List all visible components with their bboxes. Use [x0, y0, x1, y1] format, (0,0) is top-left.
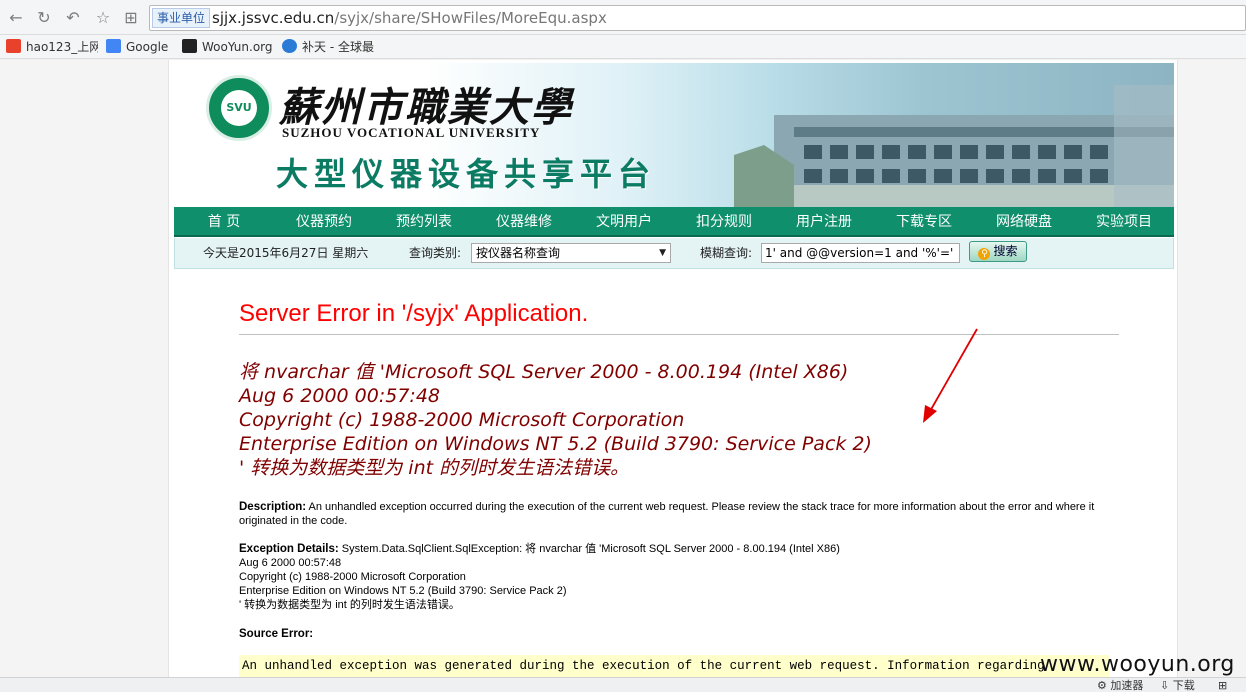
zoom-icon[interactable]: ⊞ — [1218, 678, 1227, 692]
butian-icon — [282, 39, 297, 53]
favorite-star-icon[interactable]: ☆ — [93, 8, 113, 28]
exception-label: Exception Details: — [239, 543, 339, 555]
error-message-line: Enterprise Edition on Windows NT 5.2 (Bu… — [239, 433, 872, 455]
google-icon — [106, 39, 121, 53]
fuzzy-query-input[interactable]: 1' and @@version=1 and '%'=' — [761, 243, 960, 263]
undo-icon[interactable]: ↶ — [63, 8, 83, 28]
date-text: 今天是2015年6月27日 星期六 — [203, 246, 369, 260]
wooyun-icon — [182, 39, 197, 53]
back-icon[interactable]: ← — [6, 8, 26, 28]
menu-item-experiments[interactable]: 实验项目 — [1074, 207, 1174, 235]
source-label: Source Error: — [239, 628, 314, 640]
category-select[interactable]: 按仪器名称查询 ▼ — [471, 243, 671, 263]
address-url[interactable]: sjjx.jssvc.edu.cn/syjx/share/SHowFiles/M… — [212, 6, 607, 30]
exception-line: Aug 6 2000 00:57:48 — [239, 557, 342, 569]
menu-item-reservation-list[interactable]: 预约列表 — [374, 207, 474, 235]
category-label: 查询类别: — [409, 246, 462, 260]
university-name-en: SUZHOU VOCATIONAL UNIVERSITY — [282, 125, 541, 140]
bookmark-google[interactable]: Google — [106, 38, 176, 56]
accelerator-label: 加速器 — [1110, 679, 1144, 692]
error-message-line: 将 nvarchar 值 'Microsoft SQL Server 2000 … — [239, 361, 849, 383]
browser-toolbar: ← ↻ ↶ ☆ ⊞ 事业单位 sjjx.jssvc.edu.cn/syjx/sh… — [0, 0, 1246, 35]
search-button-label: 搜索 — [993, 244, 1018, 258]
menu-item-register[interactable]: 用户注册 — [774, 207, 874, 235]
url-path: /syjx/share/SHowFiles/MoreEqu.aspx — [334, 9, 607, 27]
url-host: sjjx.jssvc.edu.cn — [212, 9, 335, 27]
address-badge: 事业单位 — [152, 8, 211, 28]
bookmark-hao123[interactable]: hao123_上网 — [6, 38, 98, 56]
description-text: An unhandled exception occurred during t… — [239, 501, 1095, 527]
search-icon: ⚲ — [978, 248, 991, 260]
exception-details: Exception Details: System.Data.SqlClient… — [239, 542, 840, 612]
menu-item-reservation[interactable]: 仪器预约 — [274, 207, 374, 235]
page-content: SVU 蘇州市職業大學 SUZHOU VOCATIONAL UNIVERSITY… — [168, 60, 1178, 677]
annotation-arrow — [923, 328, 978, 423]
bookmark-label: hao123_上网 — [26, 40, 98, 54]
grid-icon[interactable]: ⊞ — [121, 8, 141, 28]
platform-title: 大型仪器设备共享平台 — [276, 155, 657, 193]
site-banner: SVU 蘇州市職業大學 SUZHOU VOCATIONAL UNIVERSITY… — [174, 63, 1174, 207]
source-error-heading: Source Error: — [239, 628, 313, 640]
accelerator-status[interactable]: ⚙ 加速器 — [1097, 678, 1143, 692]
bookmark-butian[interactable]: 补天 - 全球最 — [282, 38, 374, 56]
fuzzy-query-label: 模糊查询: — [700, 246, 753, 260]
menu-item-deduction-rules[interactable]: 扣分规则 — [674, 207, 774, 235]
menu-item-home[interactable]: 首 页 — [174, 207, 274, 235]
category-value: 按仪器名称查询 — [476, 246, 561, 260]
error-message-line: Aug 6 2000 00:57:48 — [239, 385, 440, 407]
page-viewport: SVU 蘇州市職業大學 SUZHOU VOCATIONAL UNIVERSITY… — [0, 60, 1246, 677]
menu-item-network-disk[interactable]: 网络硬盘 — [974, 207, 1074, 235]
error-message: 将 nvarchar 值 'Microsoft SQL Server 2000 … — [239, 360, 872, 480]
hao123-icon — [6, 39, 21, 53]
refresh-icon[interactable]: ↻ — [34, 8, 54, 28]
download-status[interactable]: ⇩ 下载 — [1160, 678, 1195, 692]
bookmark-label: WooYun.org — [202, 40, 272, 54]
error-message-line: ' 转换为数据类型为 int 的列时发生语法错误。 — [239, 457, 630, 479]
download-label: 下载 — [1172, 679, 1195, 692]
chevron-down-icon: ▼ — [659, 248, 666, 258]
search-bar: 今天是2015年6月27日 星期六 查询类别: 按仪器名称查询 ▼ 模糊查询: … — [174, 238, 1174, 269]
bookmarks-bar: hao123_上网 Google WooYun.org 补天 - 全球最 — [0, 35, 1246, 59]
bookmark-label: 补天 - 全球最 — [302, 40, 374, 54]
search-button[interactable]: ⚲ 搜索 — [969, 241, 1027, 262]
error-title: Server Error in '/syjx' Application. — [239, 300, 589, 327]
menu-item-repair[interactable]: 仪器维修 — [474, 207, 574, 235]
bookmark-label: Google — [126, 40, 169, 54]
error-message-line: Copyright (c) 1988-2000 Microsoft Corpor… — [239, 409, 685, 431]
campus-building-image — [734, 85, 1174, 207]
exception-line: ' 转换为数据类型为 int 的列时发生语法错误。 — [239, 599, 460, 611]
exception-line: System.Data.SqlClient.SqlException: 将 nv… — [341, 543, 840, 555]
menu-item-civil-users[interactable]: 文明用户 — [574, 207, 674, 235]
watermark: www.wooyun.org — [1040, 652, 1235, 677]
menu-item-downloads[interactable]: 下载专区 — [874, 207, 974, 235]
logo-text: SVU — [221, 90, 257, 126]
exception-line: Copyright (c) 1988-2000 Microsoft Corpor… — [239, 571, 466, 583]
status-bar: ⚙ 加速器 ⇩ 下载 ⊞ — [0, 677, 1246, 692]
exception-line: Enterprise Edition on Windows NT 5.2 (Bu… — [239, 585, 567, 597]
bookmark-wooyun[interactable]: WooYun.org — [182, 38, 272, 56]
address-bar[interactable]: 事业单位 sjjx.jssvc.edu.cn/syjx/share/SHowFi… — [149, 5, 1246, 31]
university-logo: SVU — [206, 75, 272, 141]
description-label: Description: — [239, 501, 307, 513]
error-description: Description: An unhandled exception occu… — [239, 500, 1119, 528]
source-error-box: An unhandled exception was generated dur… — [239, 655, 1109, 677]
main-menu: 首 页 仪器预约 预约列表 仪器维修 文明用户 扣分规则 用户注册 下载专区 网… — [174, 207, 1174, 237]
